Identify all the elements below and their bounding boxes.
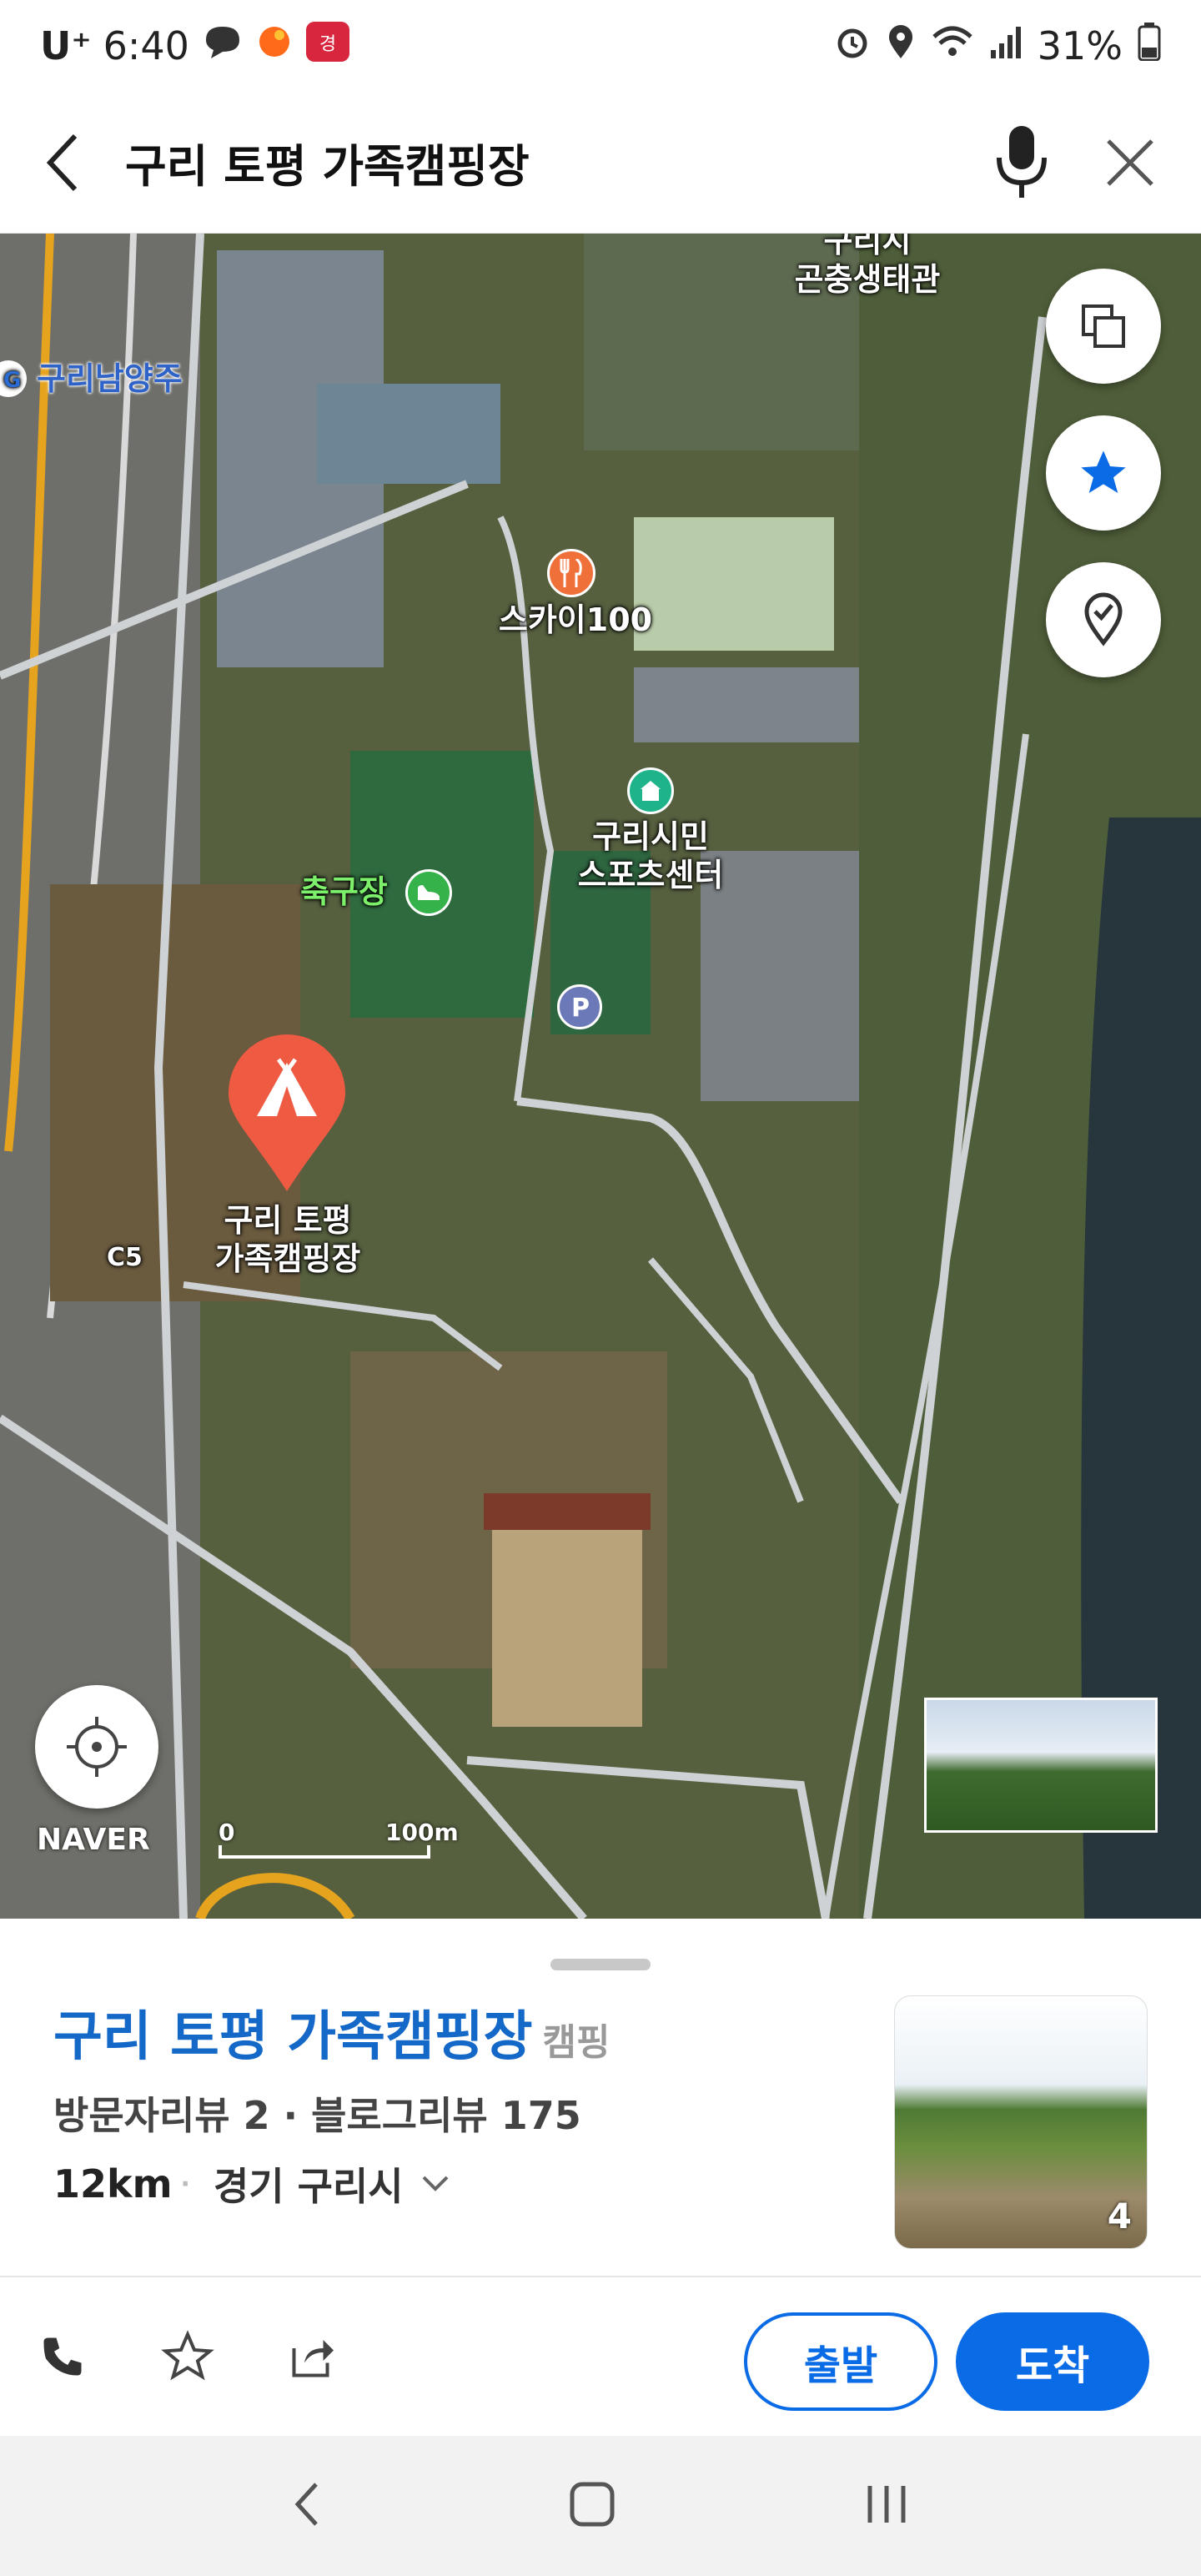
pin-outline-icon [1084, 592, 1123, 647]
guri-namyangju-label[interactable]: G 구리남양주 [0, 359, 183, 399]
current-location-button[interactable] [35, 1685, 158, 1809]
place-name: 구리 토평 가족캠핑장 [53, 2006, 533, 2068]
sports-center-marker[interactable] [627, 767, 674, 814]
chevron-left-icon [46, 133, 78, 191]
svg-text:경: 경 [319, 34, 336, 55]
shoe-icon [418, 885, 440, 900]
share-icon [292, 2340, 334, 2377]
svg-text:P: P [571, 994, 590, 1020]
building-icon [641, 781, 661, 801]
crosshair-icon [67, 1717, 127, 1777]
c5-label: C5 [107, 1243, 143, 1272]
campsite-label[interactable]: 구리 토평 가족캠핑장 [167, 1201, 409, 1278]
wifi-icon [931, 23, 974, 69]
satellite-imagery [0, 234, 1201, 1919]
nav-recents-icon [867, 2486, 906, 2523]
expressway-icon: G [0, 360, 27, 397]
insect-museum-label[interactable]: 구리시 곤충생태관 [742, 234, 992, 299]
nav-back-button[interactable] [289, 2479, 323, 2533]
page-title: 구리 토평 가족캠핑장 [125, 140, 530, 193]
save-button[interactable] [125, 2277, 250, 2436]
battery-icon [1138, 22, 1161, 70]
app-badge-icon: 경 [304, 20, 351, 73]
map-scale: 0 100m [219, 1819, 459, 1859]
app-dot-icon [256, 23, 293, 69]
place-info-sheet[interactable]: 구리 토평 가족캠핑장 캠핑 방문자리뷰 2 · 블로그리뷰 175 12km ·… [0, 1919, 1201, 2277]
parking-marker[interactable]: P [557, 984, 602, 1029]
restaurant-marker[interactable] [547, 549, 595, 597]
scale-end: 100m [385, 1819, 459, 1846]
distance-address[interactable]: 12km · 경기 구리시 [53, 2156, 450, 2211]
nav-recents-button[interactable] [862, 2479, 912, 2533]
tent-pin-icon [229, 1034, 345, 1191]
carrier: U⁺ [40, 23, 92, 68]
map-layers-button[interactable] [1046, 269, 1161, 384]
top-bar: 구리 토평 가족캠핑장 [0, 92, 1201, 234]
share-button[interactable] [250, 2277, 375, 2436]
street-view-thumbnail[interactable] [924, 1698, 1158, 1833]
microphone-icon [997, 125, 1047, 198]
review-counts[interactable]: 방문자리뷰 2 · 블로그리뷰 175 [53, 2085, 581, 2141]
insect-museum-partial: 구리시 [823, 234, 912, 259]
call-button[interactable] [0, 2277, 125, 2436]
chevron-down-icon [422, 2176, 448, 2191]
naver-logo: NAVER [37, 1823, 150, 1857]
sports-center-label[interactable]: 구리시민 스포츠센터 [534, 818, 767, 894]
address: 경기 구리시 [213, 2164, 404, 2209]
place-category: 캠핑 [542, 2021, 611, 2064]
back-button[interactable] [0, 92, 125, 234]
football-marker[interactable] [405, 869, 452, 916]
location-icon [886, 23, 916, 69]
place-title[interactable]: 구리 토평 가족캠핑장 캠핑 [53, 1994, 610, 2070]
sheet-handle[interactable] [550, 1959, 651, 1970]
close-button[interactable] [1076, 92, 1184, 234]
nav-home-button[interactable] [567, 2479, 617, 2533]
layers-icon [1082, 304, 1125, 348]
voice-search-button[interactable] [967, 92, 1076, 234]
star-icon [1081, 450, 1126, 493]
clock: 6:40 [103, 23, 189, 68]
battery-percent: 31% [1037, 23, 1123, 68]
football-field-label[interactable]: 축구장 [300, 873, 388, 911]
campsite-marker[interactable] [225, 1034, 349, 1193]
scale-start: 0 [219, 1819, 235, 1846]
dot-separator: · [180, 2169, 190, 2199]
action-bar: 출발 도착 [0, 2277, 1201, 2436]
distance: 12km [53, 2161, 173, 2206]
my-places-button[interactable] [1046, 562, 1161, 677]
message-icon [201, 23, 244, 69]
satellite-map[interactable]: 구리시 곤충생태관 G 구리남양주 스카이100 구리시민 스포츠센터 축구장 … [0, 234, 1201, 1919]
star-outline-icon [161, 2330, 214, 2381]
status-bar: U⁺ 6:40 경 31% [0, 0, 1201, 92]
parking-icon: P [571, 994, 590, 1020]
signal-icon [989, 23, 1023, 69]
scale-bar [219, 1845, 430, 1859]
phone-icon [43, 2337, 82, 2376]
nav-home-icon [570, 2482, 615, 2527]
depart-button[interactable]: 출발 [744, 2312, 937, 2411]
photo-count: 4 [1107, 2196, 1132, 2236]
favorites-button[interactable] [1046, 415, 1161, 531]
system-navigation-bar [0, 2436, 1201, 2576]
close-icon [1107, 138, 1153, 186]
fork-knife-icon [560, 559, 582, 587]
svg-text:G: G [3, 368, 21, 393]
place-photo[interactable]: 4 [894, 1995, 1148, 2249]
alarm-icon [834, 23, 871, 69]
nav-back-icon [294, 2483, 318, 2526]
arrive-button[interactable]: 도착 [956, 2312, 1149, 2411]
sky100-label[interactable]: 스카이100 [475, 601, 676, 639]
